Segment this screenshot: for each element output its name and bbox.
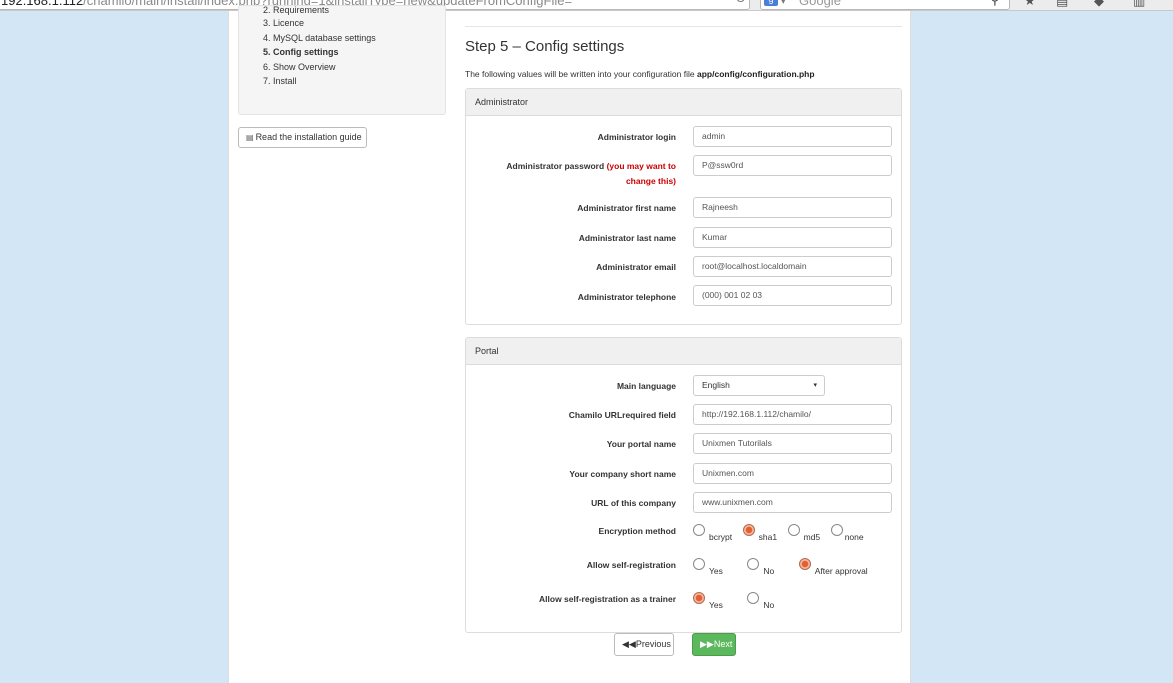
portal-panel: Portal Main language English ▾ Chamilo U… (465, 337, 902, 633)
field-label: Administrator last name (578, 233, 676, 243)
field-label: Administrator telephone (577, 292, 676, 302)
panel-heading: Administrator (466, 89, 901, 116)
radio-icon (787, 524, 800, 536)
field-label: Administrator password (you may want to … (476, 159, 676, 189)
step-item: 7. Install (263, 76, 297, 86)
administrator-panel: Administrator Administrator login admin … (465, 88, 902, 325)
search-bar[interactable]: g ▾ Google (760, 0, 1010, 10)
search-engine-dropdown-icon[interactable]: ▾ (781, 0, 786, 9)
document-icon: ▤ (246, 133, 254, 142)
radio-icon (830, 524, 843, 536)
installation-guide-label: Read the installation guide (255, 132, 362, 142)
password-label-text: Administrator password (506, 161, 605, 171)
field-label: Chamilo URLrequired field (568, 410, 676, 420)
chevron-down-icon: ▾ (813, 382, 817, 389)
config-file-path: app/config/configuration.php (697, 69, 815, 79)
field-label: Encryption method (598, 526, 676, 536)
install-steps-panel: 2. Requirements 3. Licence 4. MySQL data… (238, 5, 446, 115)
field-label: Your portal name (606, 439, 676, 449)
previous-button[interactable]: ◀◀Previous (614, 633, 674, 656)
rewind-icon: ◀◀ (622, 639, 636, 649)
admin-phone-input[interactable]: (000) 001 02 03 (693, 285, 892, 306)
selfreg-option-no[interactable]: No (747, 558, 775, 576)
company-name-input[interactable]: Unixmen.com (693, 463, 892, 484)
radio-label: After approval (814, 566, 868, 576)
next-label: Next (713, 639, 733, 649)
trainer-registration-radio-group: Yes No (693, 592, 782, 610)
admin-email-input[interactable]: root@localhost.localdomain (693, 256, 892, 277)
admin-password-input[interactable]: P@ssw0rd (693, 155, 892, 176)
extensions-icon[interactable]: ▥ (1133, 0, 1145, 9)
step-item-active: 5. Config settings (263, 47, 339, 57)
page-title: Step 5 – Config settings (465, 38, 625, 55)
radio-label: Yes (709, 600, 723, 610)
install-page: 2. Requirements 3. Licence 4. MySQL data… (228, 5, 911, 683)
browser-toolbar: 192.168.1.112/chamilo/main/install/index… (0, 0, 1173, 11)
radio-label: Yes (709, 566, 723, 576)
divider (465, 26, 902, 27)
bookmarks-menu-icon[interactable]: ▤ (1056, 0, 1068, 9)
radio-icon (693, 524, 705, 536)
selfreg-option-yes[interactable]: Yes (693, 558, 723, 576)
intro-description: The following values will be written int… (465, 69, 695, 79)
selfreg-option-after-approval[interactable]: After approval (798, 558, 868, 576)
trainer-option-no[interactable]: No (747, 592, 775, 610)
portal-name-input[interactable]: Unixmen Tutorilals (693, 433, 892, 454)
radio-label: bcrypt (709, 532, 733, 542)
radio-icon (747, 558, 760, 570)
chamilo-url-input[interactable]: http://192.168.1.112/chamilo/ (693, 404, 892, 425)
trainer-option-yes[interactable]: Yes (693, 592, 723, 610)
field-label: Allow self-registration (586, 560, 676, 570)
installation-guide-button[interactable]: ▤ Read the installation guide (238, 127, 367, 148)
field-label: URL of this company (591, 498, 676, 508)
reload-icon[interactable]: C (736, 0, 745, 5)
step-item: 6. Show Overview (263, 61, 336, 72)
radio-label: No (763, 566, 775, 576)
google-icon: g (764, 0, 778, 6)
encryption-radio-group: bcrypt sha1 md5 none (693, 524, 872, 542)
admin-login-input[interactable]: admin (693, 126, 892, 147)
radio-label: sha1 (758, 532, 778, 542)
encryption-option-md5[interactable]: md5 (787, 524, 821, 542)
language-select[interactable]: English ▾ (693, 375, 825, 396)
previous-label: Previous (635, 639, 671, 649)
encryption-option-none[interactable]: none (830, 524, 864, 542)
next-button[interactable]: ▶▶Next (692, 633, 736, 656)
self-registration-radio-group: Yes No After approval (693, 558, 876, 576)
encryption-option-bcrypt[interactable]: bcrypt (693, 524, 733, 542)
field-label: Your company short name (569, 469, 676, 479)
field-label: Administrator first name (577, 203, 676, 213)
field-label: Administrator email (596, 262, 676, 272)
radio-icon (747, 592, 760, 604)
field-label: Administrator login (597, 132, 676, 142)
company-url-input[interactable]: www.unixmen.com (693, 492, 892, 513)
radio-label: No (763, 600, 775, 610)
panel-heading: Portal (466, 338, 901, 365)
step-item: 3. Licence (263, 18, 305, 28)
encryption-option-sha1[interactable]: sha1 (742, 524, 778, 542)
radio-selected-icon (798, 558, 811, 570)
dropdown-arrow-icon[interactable]: ▾ (720, 0, 725, 3)
radio-label: none (844, 532, 864, 542)
admin-lastname-input[interactable]: Kumar (693, 227, 892, 248)
step-item: 2. Requirements (263, 5, 330, 15)
steps-list: 2. Requirements 3. Licence 4. MySQL data… (263, 5, 376, 89)
intro-text: The following values will be written int… (465, 69, 815, 79)
radio-selected-icon (742, 524, 755, 536)
radio-selected-icon (693, 592, 705, 604)
bookmark-star-icon[interactable]: ★ (1024, 0, 1036, 9)
language-value: English (702, 380, 730, 390)
admin-firstname-input[interactable]: Rajneesh (693, 197, 892, 218)
radio-label: md5 (803, 532, 821, 542)
radio-icon (693, 558, 705, 570)
url-host: 192.168.1.112 (1, 0, 84, 8)
pocket-icon[interactable]: ◆ (1094, 0, 1104, 9)
step-item: 4. MySQL database settings (263, 32, 376, 43)
fast-forward-icon: ▶▶ (700, 639, 714, 649)
field-label: Main language (616, 381, 676, 391)
search-placeholder: Google (799, 0, 841, 8)
search-icon[interactable]: ⚲ (990, 0, 1000, 8)
password-warning: (you may want to change this) (606, 161, 676, 186)
field-label: Allow self-registration as a trainer (539, 594, 676, 604)
